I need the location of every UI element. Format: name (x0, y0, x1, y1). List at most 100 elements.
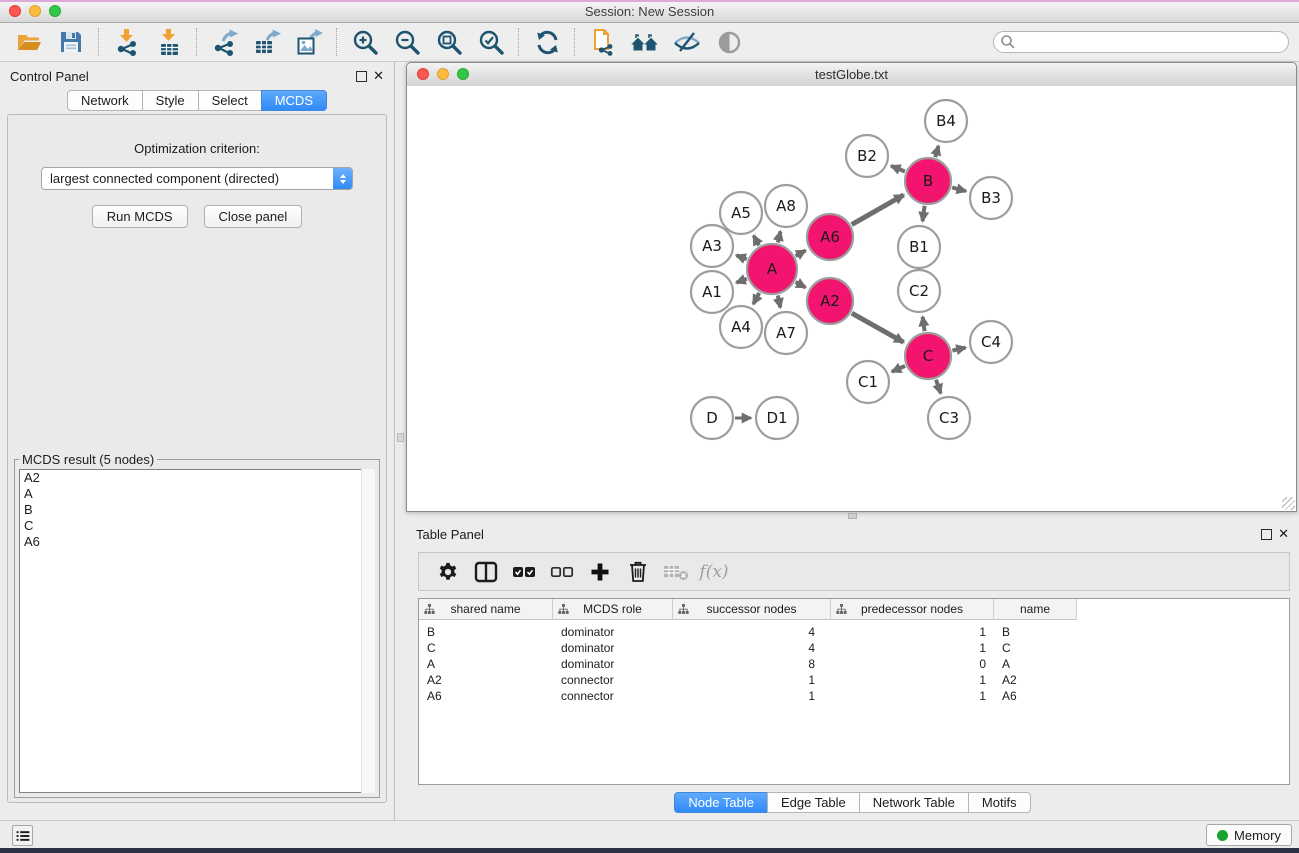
criterion-selected-value: largest connected component (directed) (42, 168, 352, 189)
edge-C-C1[interactable] (892, 366, 905, 372)
toolbar-separator (98, 28, 100, 56)
column-header[interactable]: successor nodes (673, 599, 831, 620)
mcds-result-fieldset: MCDS result (5 nodes) A2ABCA6 (14, 452, 380, 798)
vertical-scrollbar-thumb[interactable] (397, 433, 404, 442)
zoom-out-button[interactable] (386, 25, 428, 59)
overview-button[interactable] (624, 25, 666, 59)
node-table: shared nameMCDS rolesuccessor nodesprede… (418, 598, 1290, 785)
node-label: B1 (909, 238, 929, 256)
table-row[interactable]: Cdominator41C (419, 640, 1289, 656)
save-icon (58, 29, 84, 55)
edge-B-B1[interactable] (923, 206, 925, 221)
network-window-titlebar[interactable]: testGlobe.txt (407, 63, 1296, 87)
edge-A-A7[interactable] (778, 295, 781, 307)
edge-C-C4[interactable] (952, 348, 965, 351)
zoom-selected-icon (478, 29, 505, 56)
deselect-all-columns-button[interactable] (543, 556, 581, 588)
column-header[interactable]: MCDS role (553, 599, 673, 620)
result-item[interactable]: B (20, 502, 374, 518)
criterion-select[interactable]: largest connected component (directed) (41, 167, 353, 190)
tab-network-table[interactable]: Network Table (859, 792, 969, 813)
tab-edge-table[interactable]: Edge Table (767, 792, 860, 813)
zoom-in-button[interactable] (344, 25, 386, 59)
close-panel-icon[interactable]: ✕ (1278, 526, 1289, 542)
table-row[interactable]: A2connector11A2 (419, 672, 1289, 688)
control-panel: Control Panel ✕ NetworkStyleSelectMCDS O… (0, 62, 395, 820)
float-panel-icon[interactable] (1261, 529, 1272, 540)
show-column-panel-button[interactable] (467, 556, 505, 588)
export-table-button[interactable] (246, 25, 288, 59)
select-all-columns-button[interactable] (505, 556, 543, 588)
show-graphics-eye-icon (716, 29, 743, 56)
tab-mcds[interactable]: MCDS (261, 90, 327, 111)
edge-B-B4[interactable] (935, 146, 938, 157)
show-graphics-button[interactable] (708, 25, 750, 59)
float-panel-icon[interactable] (356, 71, 367, 82)
result-item[interactable]: A6 (20, 534, 374, 550)
edge-C-C3[interactable] (936, 380, 941, 394)
table-row[interactable]: A6connector11A6 (419, 688, 1289, 704)
zoom-selected-button[interactable] (470, 25, 512, 59)
edge-A6-B[interactable] (852, 195, 904, 225)
memory-label: Memory (1234, 828, 1281, 843)
node-label: B4 (936, 112, 956, 130)
result-item[interactable]: C (20, 518, 374, 534)
edge-A-A1[interactable] (736, 279, 747, 283)
result-item[interactable]: A (20, 486, 374, 502)
search-input[interactable] (993, 31, 1289, 53)
edge-B-B2[interactable] (891, 166, 905, 172)
save-session-button[interactable] (50, 25, 92, 59)
hide-graphics-button[interactable] (666, 25, 708, 59)
tab-network[interactable]: Network (67, 90, 143, 111)
close-panel-button[interactable]: Close panel (204, 205, 303, 228)
open-session-button[interactable] (8, 25, 50, 59)
close-panel-icon[interactable]: ✕ (373, 68, 384, 84)
import-network-button[interactable] (106, 25, 148, 59)
node-label: D (706, 409, 718, 427)
horizontal-scrollbar-thumb[interactable] (848, 513, 857, 519)
result-scrollbar[interactable] (361, 469, 375, 793)
edge-A-A2[interactable] (796, 282, 806, 288)
mcds-panel: Optimization criterion: largest connecte… (7, 114, 387, 803)
result-item[interactable]: A2 (20, 470, 374, 486)
edge-A-A8[interactable] (778, 231, 781, 242)
edge-A-A6[interactable] (796, 251, 806, 257)
function-builder-button[interactable]: f(x) (695, 556, 733, 588)
table-row[interactable]: Bdominator41B (419, 624, 1289, 640)
export-image-button[interactable] (288, 25, 330, 59)
delete-table-button[interactable] (657, 556, 695, 588)
memory-button[interactable]: Memory (1206, 824, 1292, 846)
network-from-selection-button[interactable] (582, 25, 624, 59)
tab-style[interactable]: Style (142, 90, 199, 111)
edge-A-A4[interactable] (753, 293, 759, 304)
table-settings-button[interactable] (429, 556, 467, 588)
delete-column-button[interactable] (619, 556, 657, 588)
column-header[interactable]: name (994, 599, 1077, 620)
edge-A-A5[interactable] (754, 236, 759, 246)
tab-motifs[interactable]: Motifs (968, 792, 1031, 813)
zoom-fit-button[interactable] (428, 25, 470, 59)
export-network-button[interactable] (204, 25, 246, 59)
edge-A-A3[interactable] (736, 255, 747, 259)
tab-select[interactable]: Select (198, 90, 262, 111)
node-label: A4 (731, 318, 751, 336)
tree-icon (678, 603, 689, 615)
network-canvas[interactable]: AA1A2A3A4A5A6A7A8BB1B2B3B4CC1C2C3C4DD1 (407, 86, 1296, 511)
task-history-button[interactable] (12, 825, 33, 846)
table-header: shared nameMCDS rolesuccessor nodesprede… (419, 599, 1289, 620)
open-folder-icon (16, 29, 43, 56)
run-mcds-button[interactable]: Run MCDS (92, 205, 188, 228)
edge-C-C2[interactable] (923, 317, 925, 331)
create-column-button[interactable] (581, 556, 619, 588)
edge-A2-C[interactable] (852, 313, 904, 342)
column-header[interactable]: predecessor nodes (831, 599, 994, 620)
refresh-button[interactable] (526, 25, 568, 59)
column-header[interactable]: shared name (419, 599, 553, 620)
resize-grip-icon[interactable] (1282, 497, 1295, 510)
table-row[interactable]: Adominator80A (419, 656, 1289, 672)
edge-B-B3[interactable] (952, 188, 966, 192)
tab-node-table[interactable]: Node Table (674, 792, 768, 813)
add-icon (589, 561, 611, 583)
import-table-button[interactable] (148, 25, 190, 59)
network-graph: AA1A2A3A4A5A6A7A8BB1B2B3B4CC1C2C3C4DD1 (407, 86, 1296, 511)
